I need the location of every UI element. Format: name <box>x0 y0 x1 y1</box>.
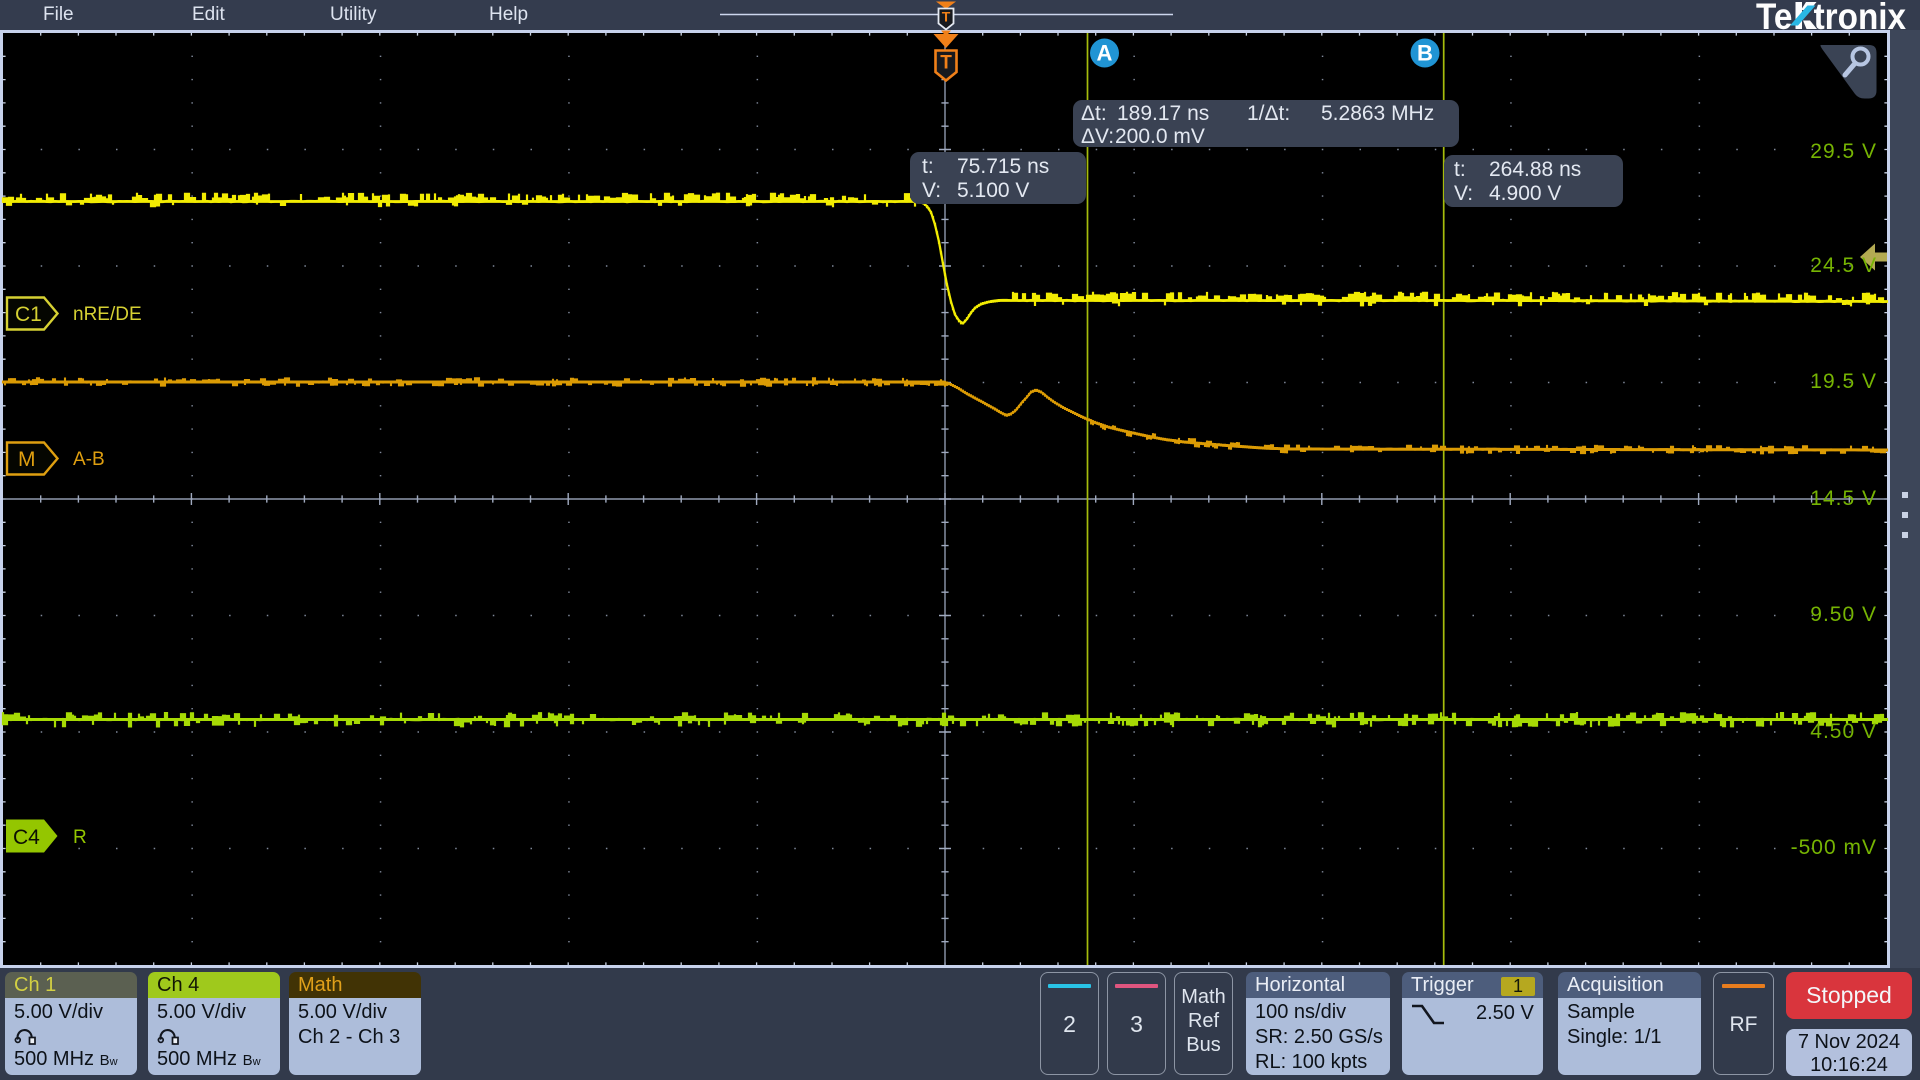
svg-text:T: T <box>942 9 951 25</box>
svg-text:tronix: tronix <box>1814 0 1907 37</box>
svg-text:C1: C1 <box>15 303 42 326</box>
svg-text:Te: Te <box>1756 0 1792 37</box>
svg-text:A-B: A-B <box>73 449 105 470</box>
svg-text:B: B <box>1417 41 1433 66</box>
svg-text:C4: C4 <box>13 826 40 849</box>
svg-text:M: M <box>18 448 36 471</box>
svg-text:R: R <box>73 827 87 848</box>
svg-text:T: T <box>940 53 952 74</box>
svg-text:A: A <box>1097 41 1113 66</box>
svg-text:nRE/DE: nRE/DE <box>73 304 142 325</box>
